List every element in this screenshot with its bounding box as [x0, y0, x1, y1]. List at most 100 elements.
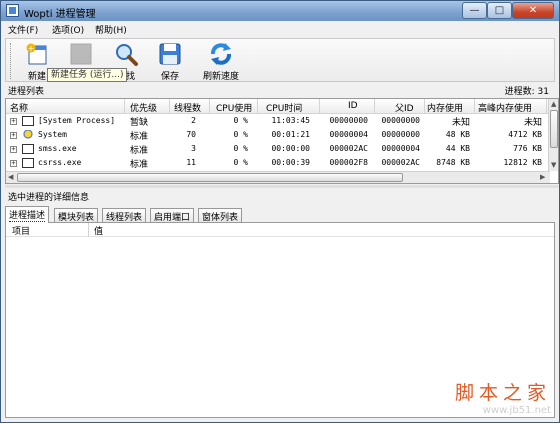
process-window-icon: [22, 116, 34, 126]
process-cpu-time: 00:00:00: [271, 144, 310, 153]
svg-text:+: +: [28, 44, 35, 53]
process-name: smss.exe: [38, 144, 77, 153]
table-row[interactable]: + System 标准 70 0 % 00:01:21 00000004 000…: [6, 128, 558, 142]
process-cpu: 0 %: [233, 116, 248, 125]
save-button[interactable]: 保存: [153, 42, 187, 82]
watermark-url: www.jb51.net: [482, 405, 551, 416]
tab-window-list[interactable]: 窗体列表: [198, 208, 243, 223]
table-row[interactable]: + [System Process] 暂缺 2 0 % 11:03:45 000…: [6, 114, 558, 128]
process-name: System: [38, 130, 67, 139]
refresh-icon: [209, 42, 233, 66]
process-peak-memory: 12812 KB: [503, 158, 542, 167]
process-list-hscrollbar[interactable]: ◀ ▶: [6, 171, 550, 183]
process-cpu: 0 %: [233, 144, 248, 153]
column-memory[interactable]: 内存使用: [427, 101, 463, 114]
menu-options[interactable]: 选项(O): [52, 23, 84, 36]
process-priority: 标准: [130, 160, 149, 170]
minimize-icon: —: [469, 5, 480, 16]
process-cpu-time: 00:00:39: [271, 158, 310, 167]
column-name[interactable]: 名称: [10, 101, 28, 114]
table-row[interactable]: + csrss.exe 标准 11 0 % 00:00:39 000002F8 …: [6, 156, 558, 170]
process-memory: 48 KB: [445, 130, 470, 139]
menu-file[interactable]: 文件(F): [8, 23, 38, 36]
app-icon: [6, 4, 19, 17]
close-icon: ✕: [528, 5, 538, 16]
expand-icon[interactable]: +: [10, 118, 17, 125]
details-header: 项目 值: [6, 223, 554, 237]
column-item[interactable]: 项目: [12, 224, 30, 237]
maximize-icon: □: [494, 5, 505, 16]
tab-module-list[interactable]: 模块列表: [54, 208, 99, 223]
watermark-logo: 脚本之家: [454, 382, 551, 404]
process-list-title: 进程列表: [8, 87, 45, 97]
save-icon: [158, 42, 182, 66]
process-memory: 8748 KB: [436, 158, 470, 167]
maximize-button[interactable]: □: [487, 2, 512, 19]
scroll-up-icon[interactable]: ▲: [551, 100, 556, 108]
scroll-right-icon[interactable]: ▶: [540, 173, 545, 181]
table-row[interactable]: + smss.exe 标准 3 0 % 00:00:00 000002AC 00…: [6, 142, 558, 156]
process-memory: 44 KB: [445, 144, 470, 153]
process-parent-id: 00000004: [381, 144, 420, 153]
details-title: 选中进程的详细信息: [8, 193, 90, 203]
title-bar[interactable]: Wopti 进程管理 — □ ✕: [1, 1, 559, 21]
watermark: 脚本之家 www.jb51.net: [455, 378, 551, 416]
tab-open-ports[interactable]: 启用端口: [150, 208, 195, 223]
process-priority: 标准: [130, 132, 149, 142]
process-list-vscrollbar[interactable]: ▲ ▼: [548, 99, 558, 171]
expand-icon[interactable]: +: [10, 132, 17, 139]
menu-bar: 文件(F) 选项(O) 帮助(H): [1, 21, 559, 37]
vscroll-thumb[interactable]: [550, 110, 558, 148]
window-title: Wopti 进程管理: [24, 9, 96, 20]
hscroll-thumb[interactable]: [17, 173, 403, 182]
process-peak-memory: 未知: [523, 118, 542, 128]
process-cpu: 0 %: [233, 158, 248, 167]
minimize-button[interactable]: —: [462, 2, 487, 19]
process-name: [System Process]: [38, 116, 116, 125]
refresh-speed-button[interactable]: 刷新速度: [199, 42, 243, 82]
process-threads: 2: [191, 116, 196, 125]
expand-icon[interactable]: +: [10, 160, 17, 167]
terminate-icon: [69, 42, 93, 66]
process-cpu-time: 00:01:21: [271, 130, 310, 139]
tab-thread-list[interactable]: 线程列表: [102, 208, 147, 223]
new-task-icon: +: [25, 42, 49, 66]
save-label: 保存: [160, 72, 179, 82]
column-cpu-usage[interactable]: CPU使用: [216, 101, 252, 114]
scroll-left-icon[interactable]: ◀: [8, 173, 13, 181]
process-threads: 3: [191, 144, 196, 153]
process-threads: 70: [186, 130, 196, 139]
process-cpu: 0 %: [233, 130, 248, 139]
process-id: 000002F8: [329, 158, 368, 167]
close-button[interactable]: ✕: [512, 2, 554, 19]
scroll-down-icon[interactable]: ▼: [551, 161, 556, 169]
process-list-bar: 进程列表 进程数: 31: [5, 82, 555, 98]
column-priority[interactable]: 优先级: [130, 101, 157, 114]
process-priority: 标准: [130, 146, 149, 156]
column-peak-memory[interactable]: 高峰内存使用: [478, 101, 532, 114]
process-list[interactable]: 名称 优先级 线程数 CPU使用 CPU时间 ID 父ID 内存使用 高峰内存使…: [5, 98, 559, 184]
process-id: 00000004: [329, 130, 368, 139]
process-id: 000002AC: [329, 144, 368, 153]
windows-logo-icon: [22, 130, 34, 140]
column-id[interactable]: ID: [348, 101, 358, 111]
column-value[interactable]: 值: [94, 224, 103, 237]
process-count: 进程数: 31: [504, 87, 549, 97]
process-parent-id: 000002AC: [381, 158, 420, 167]
column-parent-id[interactable]: 父ID: [395, 101, 414, 114]
expand-icon[interactable]: +: [10, 146, 17, 153]
pane-splitter[interactable]: [5, 185, 559, 188]
process-memory: 未知: [451, 118, 470, 128]
toolbar-grip[interactable]: [10, 43, 13, 79]
column-threads[interactable]: 线程数: [174, 101, 201, 114]
main-window: Wopti 进程管理 — □ ✕ 文件(F) 选项(O) 帮助(H) + 新建 …: [0, 0, 560, 423]
process-peak-memory: 4712 KB: [508, 130, 542, 139]
refresh-speed-label: 刷新速度: [202, 72, 239, 82]
menu-help[interactable]: 帮助(H): [95, 23, 127, 36]
process-cpu-time: 11:03:45: [271, 116, 310, 125]
process-parent-id: 00000000: [381, 130, 420, 139]
process-peak-memory: 776 KB: [513, 144, 542, 153]
tab-process-description[interactable]: 进程描述: [5, 206, 50, 223]
column-cpu-time[interactable]: CPU时间: [266, 101, 302, 114]
process-list-header: 名称 优先级 线程数 CPU使用 CPU时间 ID 父ID 内存使用 高峰内存使…: [6, 99, 558, 114]
